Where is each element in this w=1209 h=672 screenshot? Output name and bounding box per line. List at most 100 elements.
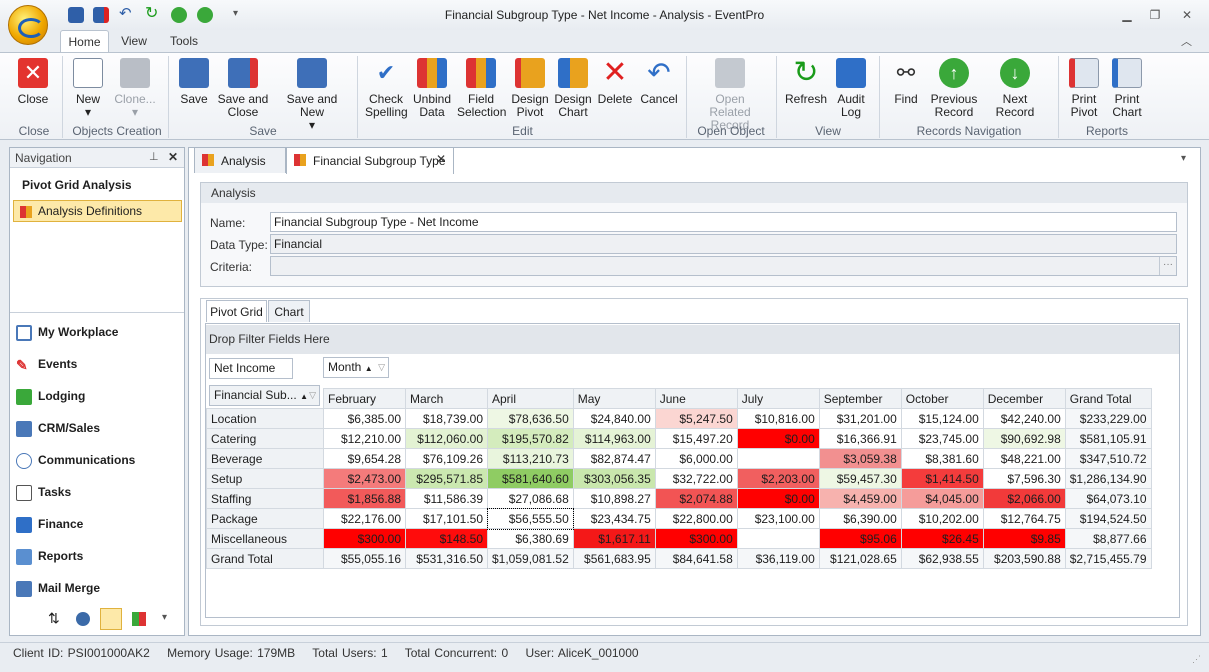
table-cell[interactable]: $11,586.39 bbox=[405, 488, 488, 509]
table-cell[interactable]: $12,764.75 bbox=[982, 508, 1066, 529]
table-cell[interactable]: $17,101.50 bbox=[405, 508, 488, 529]
table-cell[interactable]: $90,692.98 bbox=[982, 428, 1066, 449]
table-cell[interactable]: $48,221.00 bbox=[982, 448, 1066, 469]
table-cell[interactable]: $561,683.95 bbox=[572, 548, 656, 569]
table-cell[interactable]: $194,524.50 bbox=[1064, 508, 1152, 529]
tab-list-dropdown-icon[interactable]: ▾ bbox=[1181, 153, 1186, 164]
column-header[interactable]: April bbox=[487, 388, 574, 409]
table-cell[interactable]: $347,510.72 bbox=[1064, 448, 1152, 469]
print-chart-button[interactable]: Print Chart bbox=[1108, 56, 1146, 126]
table-cell[interactable]: $1,414.50 bbox=[900, 468, 984, 489]
field-selection-button[interactable]: Field Selection bbox=[457, 56, 506, 126]
table-cell[interactable]: $203,590.88 bbox=[982, 548, 1066, 569]
table-cell[interactable]: $0.00 bbox=[736, 488, 820, 509]
column-header[interactable]: December bbox=[982, 388, 1066, 409]
column-header[interactable]: July bbox=[736, 388, 820, 409]
table-cell[interactable]: $56,555.50 bbox=[486, 507, 575, 530]
table-cell[interactable]: $581,105.91 bbox=[1064, 428, 1152, 449]
table-cell[interactable]: $295,571.85 bbox=[405, 468, 488, 489]
table-cell[interactable]: $15,124.00 bbox=[900, 408, 984, 429]
table-cell[interactable]: $148.50 bbox=[405, 528, 488, 549]
table-cell[interactable]: $300.00 bbox=[654, 528, 738, 549]
table-cell[interactable]: $12,210.00 bbox=[323, 428, 406, 449]
table-cell[interactable]: $78,636.50 bbox=[487, 408, 574, 429]
save-button[interactable]: Save bbox=[175, 56, 213, 126]
table-cell[interactable]: $6,390.00 bbox=[818, 508, 902, 529]
app-logo-icon[interactable] bbox=[8, 5, 48, 45]
table-cell[interactable]: $121,028.65 bbox=[818, 548, 902, 569]
table-cell[interactable]: $113,210.73 bbox=[487, 448, 574, 469]
close-button[interactable]: ✕ Close bbox=[13, 56, 53, 126]
table-cell[interactable]: $2,473.00 bbox=[323, 468, 406, 489]
tab-chart[interactable]: Chart bbox=[268, 300, 310, 322]
table-cell[interactable]: $9,654.28 bbox=[323, 448, 406, 469]
close-window-icon[interactable]: ✕ bbox=[1175, 6, 1199, 24]
row-header[interactable]: Catering bbox=[206, 428, 324, 449]
table-cell[interactable]: $5,247.50 bbox=[654, 408, 738, 429]
table-cell[interactable]: $15,497.20 bbox=[654, 428, 738, 449]
print-pivot-button[interactable]: Print Pivot bbox=[1065, 56, 1103, 126]
table-cell[interactable]: $95.06 bbox=[818, 528, 902, 549]
table-cell[interactable]: $1,617.11 bbox=[572, 528, 656, 549]
table-cell[interactable]: $23,434.75 bbox=[572, 508, 656, 529]
table-cell[interactable]: $9.85 bbox=[982, 528, 1066, 549]
close-nav-icon[interactable]: ✕ bbox=[168, 150, 178, 164]
table-cell[interactable]: $42,240.00 bbox=[982, 408, 1066, 429]
table-cell[interactable]: $6,385.00 bbox=[323, 408, 406, 429]
filter-drop-area[interactable]: Drop Filter Fields Here bbox=[206, 325, 1179, 354]
table-cell[interactable]: $3,059.38 bbox=[818, 448, 902, 469]
nav-more-icon[interactable]: ▾ bbox=[162, 612, 167, 623]
table-cell[interactable]: $195,570.82 bbox=[487, 428, 574, 449]
table-cell[interactable]: $2,203.00 bbox=[736, 468, 820, 489]
row-header[interactable]: Grand Total bbox=[206, 548, 324, 569]
nav-item-finance[interactable]: Finance bbox=[16, 512, 186, 536]
table-cell[interactable]: $0.00 bbox=[736, 428, 820, 449]
table-cell[interactable]: $300.00 bbox=[323, 528, 406, 549]
tab-pivot-grid[interactable]: Pivot Grid bbox=[206, 300, 267, 322]
tab-view[interactable]: View bbox=[116, 30, 152, 52]
audit-log-button[interactable]: Audit Log bbox=[832, 56, 870, 126]
table-cell[interactable]: $2,066.00 bbox=[982, 488, 1066, 509]
table-cell[interactable]: $2,715,455.79 bbox=[1064, 548, 1152, 569]
design-pivot-button[interactable]: Design Pivot bbox=[510, 56, 550, 126]
column-header[interactable]: May bbox=[572, 388, 656, 409]
save-and-close-button[interactable]: Save and Close bbox=[217, 56, 269, 126]
table-cell[interactable]: $10,202.00 bbox=[900, 508, 984, 529]
pin-icon[interactable]: ⊥ bbox=[149, 150, 159, 163]
table-cell[interactable]: $8,877.66 bbox=[1064, 528, 1152, 549]
table-cell[interactable]: $62,938.55 bbox=[900, 548, 984, 569]
nav-item-events[interactable]: ✎ Events bbox=[16, 352, 186, 376]
close-tab-icon[interactable]: ✕ bbox=[436, 152, 446, 166]
criteria-ellipsis-button[interactable]: ··· bbox=[1159, 257, 1176, 275]
table-cell[interactable]: $1,856.88 bbox=[323, 488, 406, 509]
clone-button[interactable]: Clone... ▾ bbox=[112, 56, 158, 126]
table-cell[interactable]: $10,898.27 bbox=[572, 488, 656, 509]
table-cell[interactable]: $531,316.50 bbox=[405, 548, 488, 569]
nav-item-communications[interactable]: Communications bbox=[16, 448, 186, 472]
table-cell[interactable]: $112,060.00 bbox=[405, 428, 488, 449]
table-cell[interactable]: $10,816.00 bbox=[736, 408, 820, 429]
table-cell[interactable]: $82,874.47 bbox=[572, 448, 656, 469]
save-and-new-button[interactable]: Save and New ▾ bbox=[273, 56, 351, 132]
row-header[interactable]: Package bbox=[206, 508, 324, 529]
row-header[interactable]: Setup bbox=[206, 468, 324, 489]
table-cell[interactable]: $1,286,134.90 bbox=[1064, 468, 1152, 489]
column-field-month[interactable]: Month ▲ ▽ bbox=[323, 357, 389, 378]
column-header[interactable]: March bbox=[405, 388, 488, 409]
table-cell[interactable]: $22,800.00 bbox=[654, 508, 738, 529]
table-cell[interactable]: $303,056.35 bbox=[572, 468, 656, 489]
maximize-icon[interactable]: ❐ bbox=[1143, 6, 1167, 24]
table-cell[interactable]: $18,739.00 bbox=[405, 408, 488, 429]
column-header[interactable]: October bbox=[900, 388, 984, 409]
name-field[interactable]: Financial Subgroup Type - Net Income bbox=[270, 212, 1177, 232]
table-cell[interactable]: $8,381.60 bbox=[900, 448, 984, 469]
table-cell[interactable]: $22,176.00 bbox=[323, 508, 406, 529]
doc-tab-financial-subgroup[interactable]: Financial Subgroup Type bbox=[286, 147, 454, 174]
next-record-button[interactable]: ↓ Next Record bbox=[983, 56, 1047, 126]
table-cell[interactable]: $4,045.00 bbox=[900, 488, 984, 509]
table-cell[interactable]: $23,745.00 bbox=[900, 428, 984, 449]
table-cell[interactable]: $84,641.58 bbox=[654, 548, 738, 569]
find-button[interactable]: ⚯ Find bbox=[888, 56, 924, 126]
chart-analysis-icon[interactable] bbox=[132, 612, 146, 626]
table-cell[interactable]: $6,000.00 bbox=[654, 448, 738, 469]
